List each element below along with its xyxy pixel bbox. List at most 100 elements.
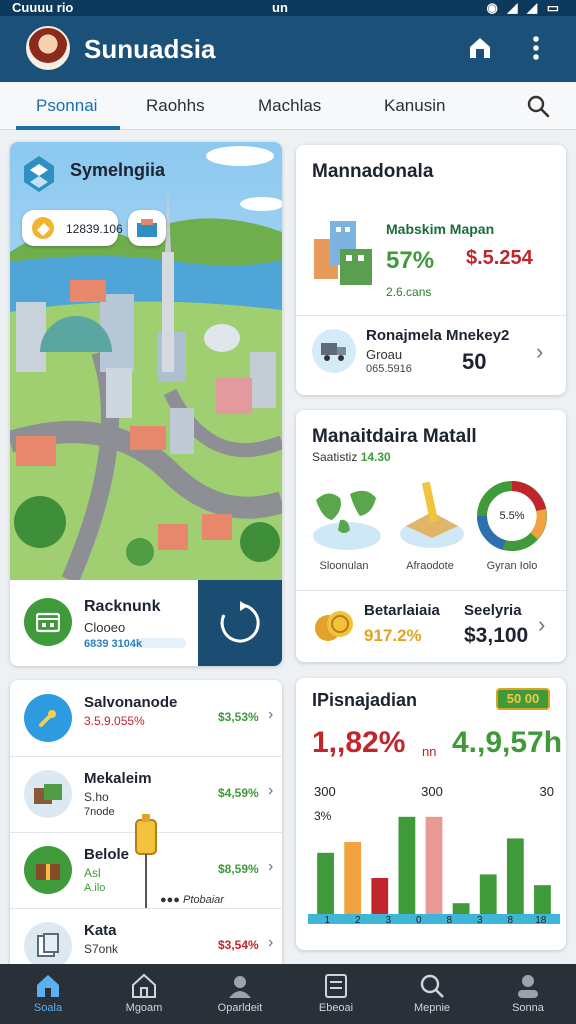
list-item-title: Belole (84, 846, 130, 863)
tab-kanusin[interactable]: Kanusin (384, 82, 445, 130)
list-item-value: $4,59% (218, 786, 259, 800)
nav-mgoam[interactable]: Mgoam (96, 964, 192, 1024)
calendar-icon (36, 612, 60, 633)
city-progress-track (136, 638, 186, 648)
list-item-sub: S7onk (84, 942, 119, 956)
market-card-title: Mannadonala (312, 161, 434, 182)
crate-icon (24, 770, 72, 818)
stats-row[interactable]: Betarlaiaia 917.2% Seelyria $3,100 › (296, 592, 566, 662)
market-small-text: 2.6.cans (386, 285, 432, 299)
nav-oparldeit[interactable]: Oparldeit (192, 964, 288, 1024)
market-amount: $.5.254 (466, 247, 533, 269)
nav-mepnie[interactable]: Mepnie (384, 964, 480, 1024)
city-pill-value: 12839.106 (66, 222, 123, 236)
nav-label: Sonna (512, 1002, 544, 1014)
building-pill[interactable] (128, 210, 166, 246)
chevron-right-icon[interactable]: › (268, 782, 273, 800)
refresh-button[interactable] (198, 580, 282, 666)
list-item-title: Mekaleim (84, 770, 152, 787)
more-menu-icon[interactable] (524, 34, 548, 62)
nav-ebeoai[interactable]: Ebeoai (288, 964, 384, 1024)
x-tick-label: 3 (477, 915, 483, 926)
stats-right-value: $3,100 (464, 624, 529, 647)
stats-divider (296, 590, 566, 591)
market-row-title: Ronajmela Mnekey2 (366, 327, 510, 344)
package-icon (36, 864, 60, 880)
pencil-marker-icon (135, 814, 157, 908)
nav-sonna[interactable]: Sonna (480, 964, 576, 1024)
market-row[interactable]: Ronajmela Mnekey2 Groau 065.5916 50 › (296, 315, 566, 395)
buildings-icon (314, 221, 372, 285)
status-center: un (272, 0, 288, 15)
chart-bar (317, 852, 334, 914)
chart-bar (534, 885, 551, 914)
list-note: ●●● Ptobaiar (160, 894, 224, 906)
chart-card[interactable]: IPisnajadian 50 00 1,,82% nn 4.,9,57h 30… (296, 678, 566, 950)
pen-stand-icon (400, 481, 464, 548)
chart-bar (479, 874, 497, 914)
gift-icon (24, 846, 72, 894)
chevron-right-icon[interactable]: › (538, 612, 545, 638)
box-stack-icon (34, 784, 62, 804)
truck-icon (321, 343, 346, 361)
search-icon[interactable] (526, 94, 550, 118)
tab-bar: Psonnai Raohhs Machlas Kanusin (0, 82, 576, 130)
market-card[interactable]: Mannadonala Mabskim Mapan 57% $.5.254 2.… (296, 145, 566, 395)
person-card-icon (229, 976, 251, 998)
chevron-right-icon[interactable]: › (268, 934, 273, 952)
tab-machlas[interactable]: Machlas (258, 82, 321, 130)
search-icon (420, 974, 444, 998)
chart-badge[interactable]: 50 00 (496, 688, 550, 710)
stats-card-title: Manaitdaira Matall (312, 426, 477, 447)
x-tick-label: 2 (355, 915, 361, 926)
stats-caption-3: Gyran Iolo (486, 560, 538, 572)
home-icon (37, 975, 59, 997)
list-item[interactable]: Kata S7onk $3,54% › (10, 908, 282, 970)
chevron-right-icon[interactable]: › (268, 706, 273, 724)
nav-soala[interactable]: Soala (0, 964, 96, 1024)
x-tick-label: 3 (385, 915, 391, 926)
donut-label: 5.5% (499, 510, 525, 522)
truck-icon-badge (312, 329, 356, 373)
list-item-sub: 3.5.9.055% (84, 714, 145, 728)
nav-label: Mepnie (413, 1002, 451, 1014)
chevron-right-icon[interactable]: › (268, 858, 273, 876)
list-card: Salvonanode 3.5.9.055% $3,53% › Mekaleim… (10, 680, 282, 970)
x-tick-label: 8 (507, 915, 513, 926)
active-tab-indicator (16, 126, 120, 130)
stats-caption-1: Sloonulan (319, 560, 369, 572)
stats-right-title: Seelyria (464, 602, 522, 619)
x-tick-label: 1 (324, 915, 330, 926)
list-item-title: Kata (84, 922, 117, 939)
chart-bar (371, 878, 389, 914)
house-outline-icon (132, 973, 156, 998)
stats-sub-value: 14.30 (360, 450, 391, 464)
stats-caption-2: Afraodote (406, 560, 454, 572)
y-label: 3% (314, 809, 332, 823)
tab-psonnai[interactable]: Psonnai (36, 82, 97, 130)
app-title: Sunuadsia (84, 34, 216, 64)
stats-card[interactable]: Manaitdaira Matall Saatistiz 14.30 5.5% … (296, 410, 566, 662)
city-card-title: Symelngiia (70, 160, 166, 180)
list-item[interactable]: Salvonanode 3.5.9.055% $3,53% › (10, 680, 282, 756)
city-footer-icon (24, 598, 72, 646)
tab-raohhs[interactable]: Raohhs (146, 82, 205, 130)
city-value-pill[interactable]: 12839.106 (22, 210, 123, 246)
chart-big-right: 4.,9,57h (452, 726, 563, 759)
list-item-sub2: A.ilo (84, 882, 106, 894)
market-subtitle: Mabskim Mapan (386, 221, 495, 237)
nav-label: Oparldeit (217, 1002, 263, 1014)
city-card[interactable]: Symelngiia 12839.106 Racknunk Clooeo 683… (10, 142, 282, 666)
chart-bar (425, 816, 443, 914)
chart-bar (398, 816, 416, 914)
avatar[interactable] (26, 26, 70, 70)
tag-icon (32, 217, 54, 239)
market-row-value: 50 (462, 349, 487, 374)
stats-left-percent: 917.2% (364, 626, 422, 645)
list-item-sub: S.ho (84, 790, 109, 804)
home-icon[interactable] (466, 34, 494, 62)
world-map-icon (313, 490, 381, 550)
nav-label: Mgoam (125, 1002, 163, 1014)
chevron-right-icon[interactable]: › (536, 339, 543, 365)
y-label: 30 (540, 784, 554, 799)
